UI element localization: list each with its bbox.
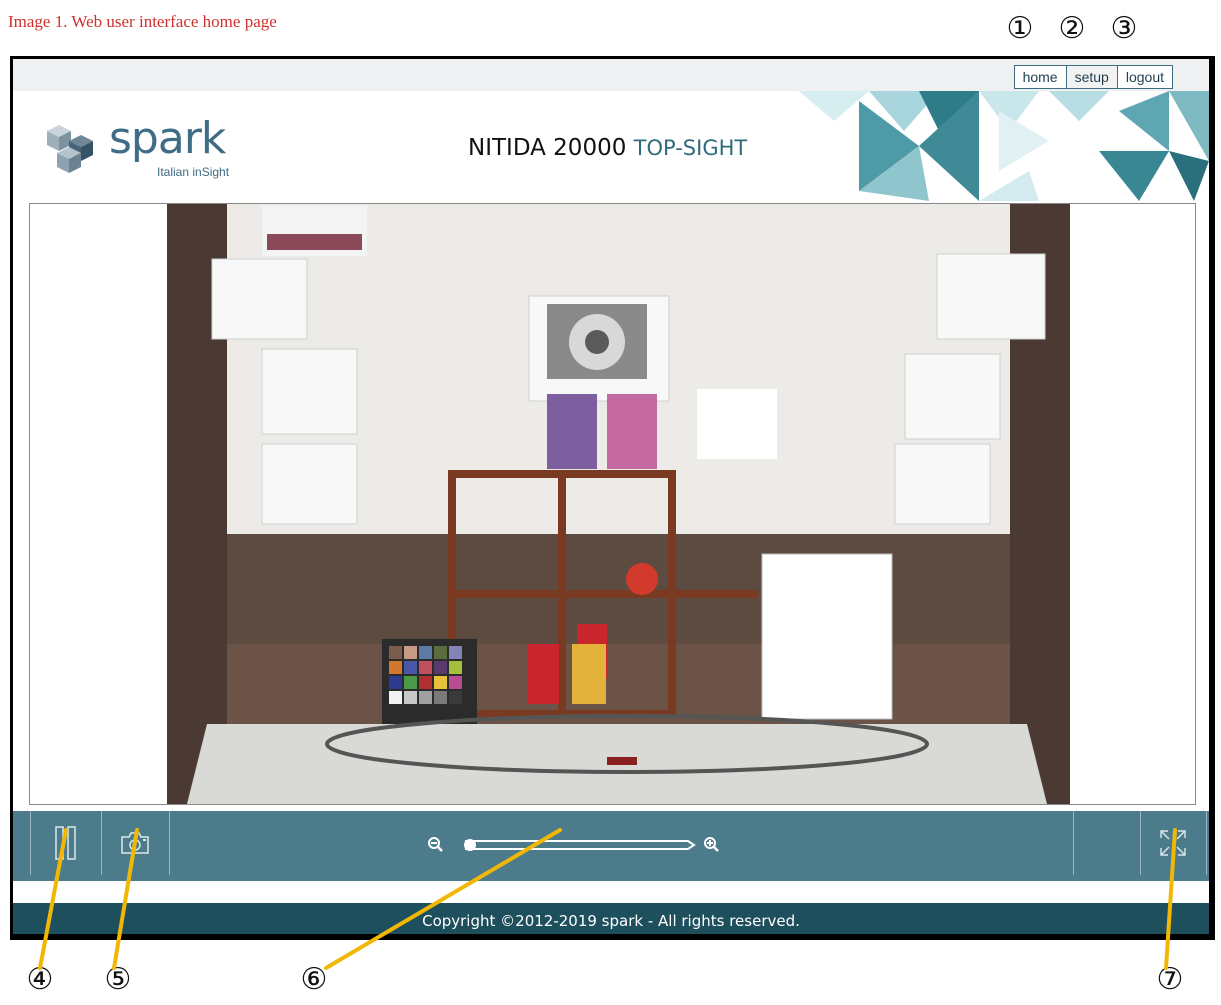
zoom-control — [426, 833, 726, 857]
zoom-slider[interactable] — [464, 839, 696, 851]
browser-frame: spark Italian inSight NITIDA 20000 TOP-S… — [10, 56, 1215, 940]
nav-setup-link[interactable]: setup — [1066, 66, 1118, 88]
callout-6: ⑥ — [300, 962, 328, 997]
spark-cube-icon — [47, 125, 93, 173]
zoom-in-icon[interactable] — [704, 837, 719, 852]
page-footer: Copyright ©2012-2019 spark - All rights … — [13, 903, 1209, 934]
fullscreen-icon — [1160, 830, 1186, 856]
nav-logout-link[interactable]: logout — [1117, 66, 1172, 88]
brand-name: spark — [109, 113, 226, 164]
nav-home-link[interactable]: home — [1014, 66, 1067, 88]
brand-tagline: Italian inSight — [157, 165, 230, 179]
zoom-out-icon[interactable] — [428, 837, 443, 852]
snapshot-button[interactable] — [101, 811, 170, 875]
product-title: NITIDA 20000 TOP-SIGHT — [468, 135, 747, 161]
callout-4: ④ — [26, 962, 54, 997]
page-header: spark Italian inSight NITIDA 20000 TOP-S… — [13, 91, 1209, 201]
control-spacer — [1073, 811, 1141, 875]
spacer — [13, 881, 1209, 903]
callout-5: ⑤ — [104, 962, 132, 997]
callout-7: ⑦ — [1156, 962, 1184, 997]
camera-icon — [121, 832, 149, 854]
pause-button[interactable] — [30, 811, 102, 875]
decorative-triangles — [799, 91, 1209, 201]
live-video-panel — [29, 203, 1196, 805]
top-nav: home setup logout — [1013, 65, 1173, 89]
fullscreen-button[interactable] — [1140, 811, 1207, 875]
figure-caption: Image 1. Web user interface home page — [8, 12, 277, 31]
product-model: NITIDA 20000 — [468, 135, 627, 161]
player-control-bar — [13, 811, 1209, 881]
camera-feed-image — [167, 204, 1070, 804]
callout-1: ① — [1006, 11, 1034, 46]
spark-logo: spark Italian inSight — [39, 113, 239, 187]
callout-3: ③ — [1110, 11, 1138, 46]
product-variant: TOP-SIGHT — [633, 136, 748, 160]
zoom-slider-handle[interactable] — [464, 839, 476, 851]
pause-icon — [55, 826, 76, 860]
callout-2: ② — [1058, 11, 1086, 46]
